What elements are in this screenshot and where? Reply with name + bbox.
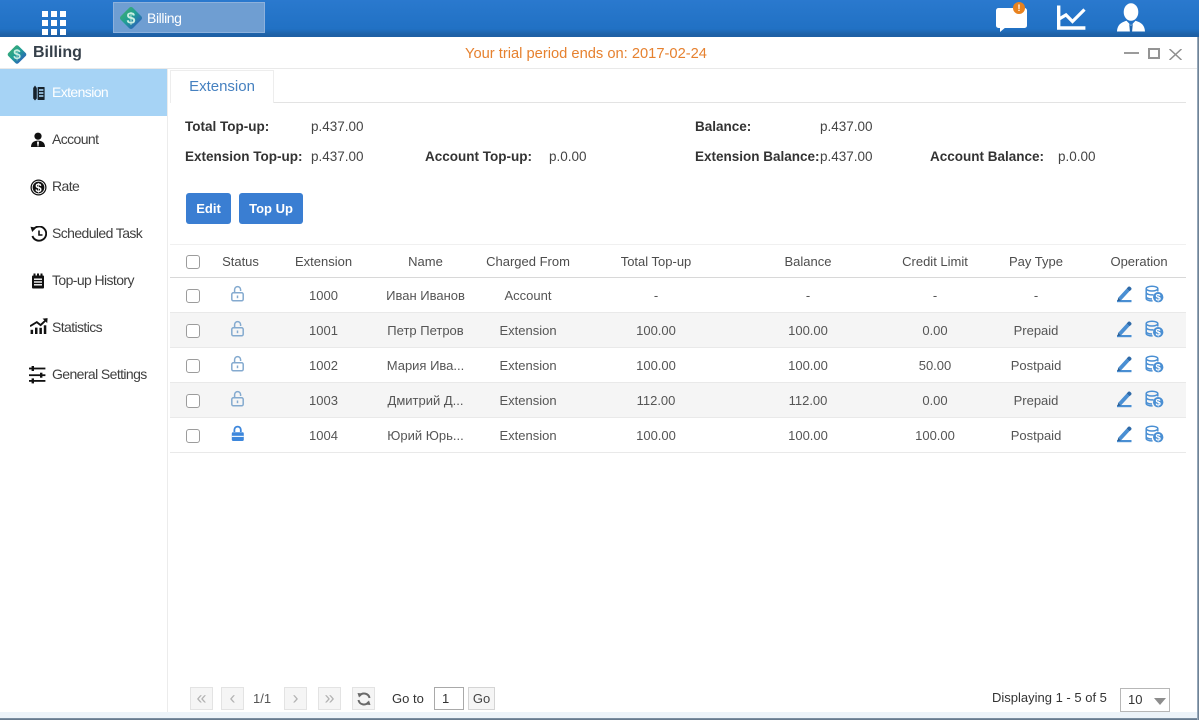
svg-text:$: $ [127,11,136,28]
svg-text:$: $ [35,183,42,195]
svg-text:$: $ [1155,397,1161,407]
svg-text:$: $ [1155,292,1161,302]
svg-text:$: $ [1155,432,1161,442]
svg-text:$: $ [1155,327,1161,337]
svg-text:$: $ [1155,362,1161,372]
svg-text:$: $ [13,47,21,62]
